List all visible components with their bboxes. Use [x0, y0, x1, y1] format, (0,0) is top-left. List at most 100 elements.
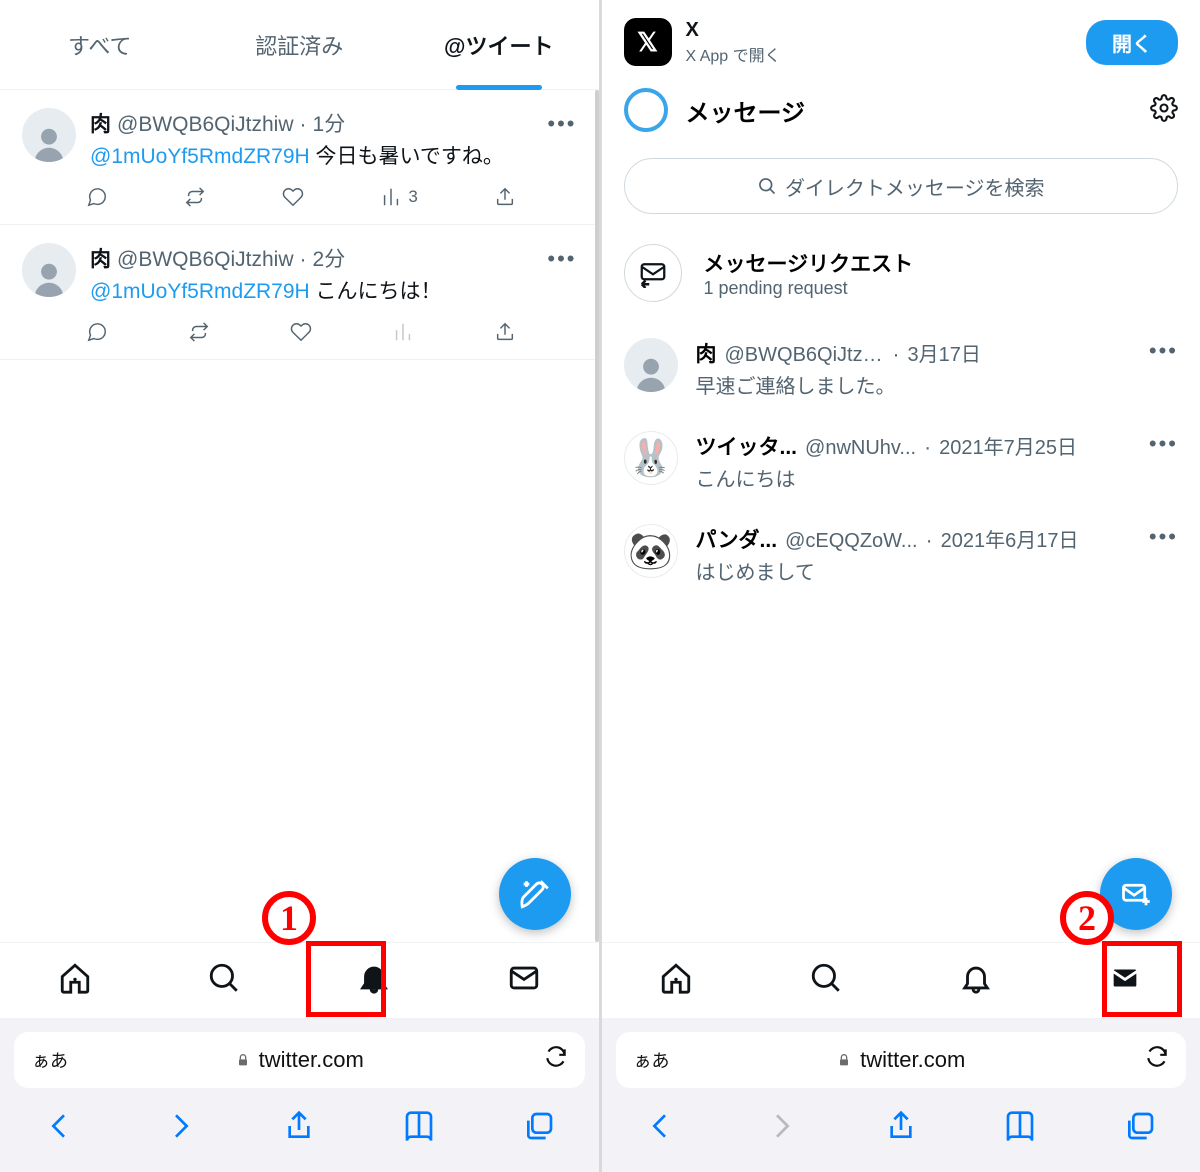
reply-button[interactable] [86, 321, 108, 343]
dm-date: 2021年6月17日 [941, 524, 1079, 553]
nav-search[interactable] [207, 961, 241, 1000]
reload-button[interactable] [543, 1044, 569, 1076]
bell-icon [357, 961, 391, 995]
dm-name: ツイッタ... [696, 431, 798, 461]
chevron-left-icon [44, 1110, 76, 1142]
open-in-app-banner: 𝕏 X X App で開く 開く [602, 0, 1200, 84]
chevron-right-icon [164, 1110, 196, 1142]
chevron-right-icon [765, 1110, 797, 1142]
analytics-icon [392, 321, 414, 343]
quill-plus-icon [518, 877, 552, 911]
url-field[interactable]: ぁあ twitter.com [616, 1032, 1187, 1088]
tweet-actions [86, 321, 516, 343]
back-button[interactable] [645, 1110, 677, 1147]
tweet-more-icon[interactable]: ••• [547, 111, 576, 137]
dm-handle: @cEQQZoW... [785, 530, 918, 553]
dm-more-icon[interactable]: ••• [1149, 431, 1178, 457]
profile-avatar[interactable] [624, 88, 668, 132]
person-icon [30, 259, 68, 297]
compose-dm-fab[interactable] [1100, 858, 1172, 930]
share-up-icon [885, 1110, 917, 1142]
views-button[interactable]: 3 [380, 186, 417, 208]
dm-more-icon[interactable]: ••• [1149, 338, 1178, 364]
like-button[interactable] [290, 321, 312, 343]
dm-item[interactable]: 🐰 ツイッタ... @nwNUhv... · 2021年7月25日 こんにちは … [602, 415, 1200, 508]
nav-messages[interactable] [507, 961, 541, 1000]
retweet-button[interactable] [188, 321, 210, 343]
tweet-author-handle: @BWQB6QiJtzhiw [117, 113, 294, 137]
share-button[interactable] [885, 1110, 917, 1147]
safari-toolbar [602, 1088, 1200, 1172]
tweet-mention[interactable]: @1mUoYf5RmdZR79H [90, 280, 310, 303]
share-button[interactable] [494, 186, 516, 208]
scrollbar[interactable] [595, 90, 599, 942]
book-icon [403, 1110, 435, 1142]
dm-search[interactable]: ダイレクトメッセージを検索 [624, 158, 1179, 214]
avatar[interactable] [624, 338, 678, 392]
reload-button[interactable] [1144, 1044, 1170, 1076]
tab-all[interactable]: すべて [0, 0, 200, 89]
nav-home[interactable] [58, 961, 92, 1000]
share-icon [494, 186, 516, 208]
person-icon [30, 124, 68, 162]
forward-button[interactable] [164, 1110, 196, 1147]
tweet-item[interactable]: 肉 @BWQB6QiJtzhiw · 1分 ••• @1mUoYf5RmdZR7… [0, 90, 599, 225]
heart-icon [282, 186, 304, 208]
avatar[interactable] [22, 108, 76, 162]
tweet-more-icon[interactable]: ••• [547, 246, 576, 272]
dm-item[interactable]: 肉 @BWQB6QiJtzhiw · 3月17日 早速ご連絡しました。 ••• [602, 322, 1200, 415]
retweet-button[interactable] [184, 186, 206, 208]
forward-button[interactable] [765, 1110, 797, 1147]
compose-tweet-fab[interactable] [499, 858, 571, 930]
twitter-tabbar: 1 [0, 942, 599, 1018]
dm-preview: こんにちは [696, 463, 1131, 492]
avatar[interactable]: 🐰 [624, 431, 678, 485]
share-button[interactable] [283, 1110, 315, 1147]
tab-mentions[interactable]: @ツイート [399, 0, 599, 89]
bookmarks-button[interactable] [1004, 1110, 1036, 1147]
heart-icon [290, 321, 312, 343]
retweet-icon [184, 186, 206, 208]
like-button[interactable] [282, 186, 304, 208]
nav-home[interactable] [659, 961, 693, 1000]
dm-more-icon[interactable]: ••• [1149, 524, 1178, 550]
nav-notifications[interactable] [959, 961, 993, 1000]
nav-notifications[interactable] [357, 961, 391, 1000]
dm-item[interactable]: 🐼 パンダ... @cEQQZoW... · 2021年6月17日 はじめまして… [602, 508, 1200, 601]
bookmarks-button[interactable] [403, 1110, 435, 1147]
tab-verified[interactable]: 認証済み [200, 0, 400, 89]
dm-date: 3月17日 [908, 338, 981, 367]
reader-aa-button[interactable]: ぁあ [634, 1047, 670, 1073]
banner-title: X [686, 19, 781, 42]
lock-icon [836, 1052, 852, 1068]
envelope-plus-icon [1119, 879, 1153, 909]
messages-header: メッセージ [602, 84, 1200, 148]
tabs-button[interactable] [1124, 1110, 1156, 1147]
tweet-item[interactable]: 肉 @BWQB6QiJtzhiw · 2分 ••• @1mUoYf5RmdZR7… [0, 225, 599, 360]
safari-url-bar: ぁあ twitter.com [0, 1018, 599, 1088]
nav-messages[interactable] [1108, 961, 1142, 1000]
book-icon [1004, 1110, 1036, 1142]
reader-aa-button[interactable]: ぁあ [32, 1047, 68, 1073]
reply-button[interactable] [86, 186, 108, 208]
dm-name: パンダ... [696, 524, 778, 554]
dm-preview: 早速ご連絡しました。 [696, 370, 1131, 399]
nav-search[interactable] [809, 961, 843, 1000]
avatar[interactable] [22, 243, 76, 297]
dm-handle: @nwNUhv... [805, 437, 916, 460]
avatar[interactable]: 🐼 [624, 524, 678, 578]
twitter-tabbar: 2 [602, 942, 1200, 1018]
open-app-button[interactable]: 開く [1086, 20, 1178, 65]
share-button[interactable] [494, 321, 516, 343]
back-button[interactable] [44, 1110, 76, 1147]
message-requests-subtitle: 1 pending request [704, 278, 914, 299]
message-requests[interactable]: メッセージリクエスト 1 pending request [602, 214, 1200, 322]
left-screen: すべて 認証済み @ツイート 肉 @BWQB6QiJtzhiw · 1分 •••… [0, 0, 599, 1172]
views-button[interactable] [392, 321, 414, 343]
url-field[interactable]: ぁあ twitter.com [14, 1032, 585, 1088]
comment-icon [86, 186, 108, 208]
tabs-button[interactable] [523, 1110, 555, 1147]
share-icon [494, 321, 516, 343]
tweet-mention[interactable]: @1mUoYf5RmdZR79H [90, 145, 310, 168]
settings-button[interactable] [1150, 94, 1178, 127]
